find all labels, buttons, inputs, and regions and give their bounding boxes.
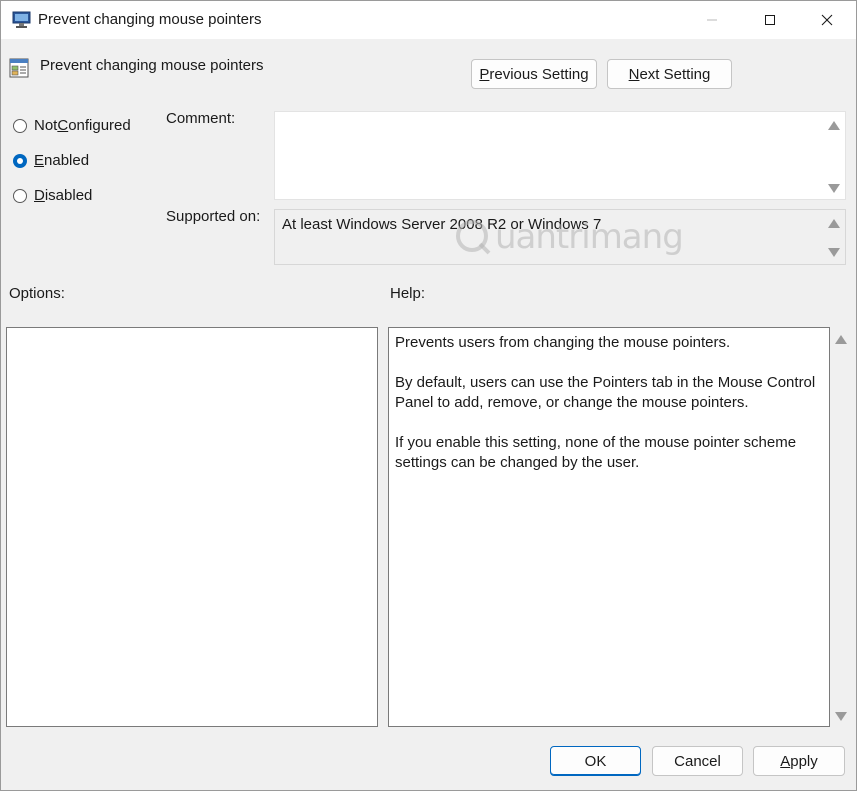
- apply-label-post: pply: [790, 752, 818, 770]
- window-title: Prevent changing mouse pointers: [38, 11, 262, 28]
- maximize-button[interactable]: [741, 1, 799, 39]
- scroll-down-icon[interactable]: [828, 184, 840, 193]
- comment-scrollbar[interactable]: [823, 112, 845, 199]
- options-panel: [6, 327, 378, 727]
- title-bar[interactable]: Prevent changing mouse pointers: [1, 1, 856, 39]
- scroll-up-icon[interactable]: [828, 219, 840, 228]
- radio-label-post: onfigured: [68, 117, 131, 134]
- help-paragraph: Prevents users from changing the mouse p…: [395, 334, 731, 351]
- radio-disabled[interactable]: Disabled: [13, 187, 92, 204]
- scroll-down-icon[interactable]: [835, 712, 847, 721]
- radio-accesskey: E: [34, 152, 45, 169]
- radio-label-post: isabled: [44, 187, 93, 204]
- close-icon: [821, 14, 833, 26]
- maximize-icon: [765, 15, 775, 25]
- comment-textarea[interactable]: [274, 111, 846, 200]
- previous-setting-button[interactable]: Previous Setting: [471, 59, 597, 89]
- next-setting-button[interactable]: Next Setting: [607, 59, 732, 89]
- close-button[interactable]: [798, 1, 856, 39]
- scroll-up-icon[interactable]: [828, 121, 840, 130]
- apply-accesskey: A: [780, 752, 791, 770]
- previous-label-post: revious Setting: [489, 65, 589, 83]
- supported-on-label: Supported on:: [166, 208, 261, 225]
- help-paragraph: If you enable this setting, none of the …: [395, 434, 797, 471]
- previous-accesskey: P: [479, 65, 490, 83]
- next-accesskey: N: [628, 65, 640, 83]
- help-scrollbar[interactable]: [832, 327, 852, 727]
- supported-scrollbar[interactable]: [823, 210, 845, 264]
- apply-button[interactable]: Apply: [753, 746, 845, 776]
- scroll-up-icon[interactable]: [835, 335, 847, 344]
- minimize-button[interactable]: [683, 1, 741, 39]
- radio-accesskey: C: [57, 117, 69, 134]
- next-label-post: ext Setting: [639, 65, 711, 83]
- comment-label: Comment:: [166, 110, 236, 127]
- radio-enabled[interactable]: Enabled: [13, 152, 89, 169]
- radio-label-post: nabled: [44, 152, 90, 169]
- options-label: Options:: [9, 285, 65, 302]
- radio-circle[interactable]: [13, 188, 27, 203]
- ok-button[interactable]: OK: [550, 746, 641, 776]
- radio-circle-selected[interactable]: [13, 153, 27, 168]
- policy-title: Prevent changing mouse pointers: [40, 57, 264, 74]
- supported-on-value: At least Windows Server 2008 R2 or Windo…: [282, 216, 602, 233]
- radio-accesskey: D: [34, 187, 45, 204]
- policy-setting-icon: [9, 58, 29, 78]
- cancel-button[interactable]: Cancel: [652, 746, 743, 776]
- policy-dialog: Prevent changing mouse pointers Prevent …: [0, 0, 857, 791]
- minimize-icon: [707, 19, 717, 21]
- radio-circle[interactable]: [13, 118, 27, 133]
- radio-not-configured[interactable]: Not Configured: [13, 117, 131, 134]
- help-panel: Prevents users from changing the mouse p…: [388, 327, 830, 727]
- scroll-down-icon[interactable]: [828, 248, 840, 257]
- policy-window-icon: [12, 11, 32, 29]
- help-label: Help:: [390, 285, 426, 302]
- help-paragraph: By default, users can use the Pointers t…: [395, 374, 816, 411]
- radio-label-pre: Not: [34, 117, 58, 134]
- supported-on-field: At least Windows Server 2008 R2 or Windo…: [274, 209, 846, 265]
